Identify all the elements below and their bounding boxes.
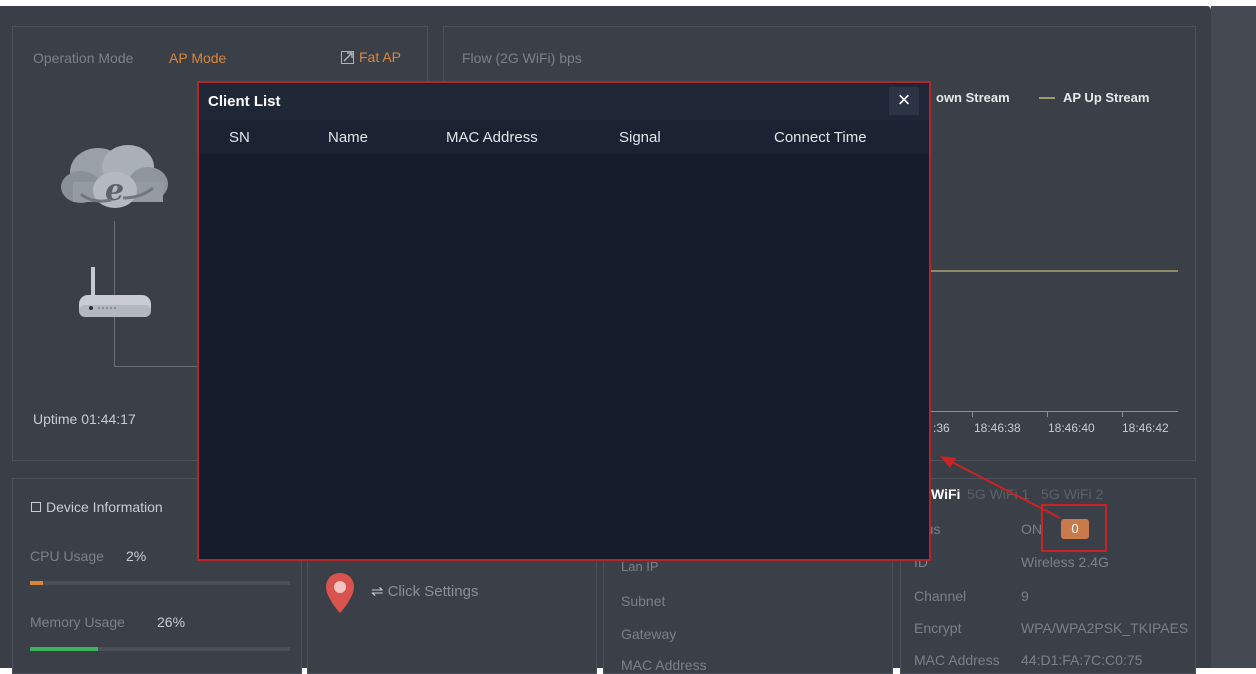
x-tick [1122, 411, 1123, 417]
wifi-mac-label: MAC Address [914, 652, 1000, 668]
channel-label: Channel [914, 588, 967, 604]
x-tick-label: :36 [933, 421, 950, 435]
x-tick-label: 18:46:40 [1048, 421, 1095, 435]
connector-line-horizontal [114, 366, 204, 367]
subnet-label: Subnet [621, 593, 666, 609]
device-info-title-text: Device Information [46, 499, 163, 515]
close-button[interactable]: × [889, 87, 919, 115]
memory-usage-label: Memory Usage [30, 614, 125, 630]
channel-value: 9 [1021, 588, 1029, 604]
click-settings-link[interactable]: ⇌ Click Settings [371, 582, 478, 600]
ssid-value: Wireless 2.4G [1021, 554, 1109, 570]
x-tick [972, 411, 973, 417]
legend-up-stream: AP Up Stream [1063, 90, 1150, 105]
client-table-body [199, 154, 929, 559]
svg-text:e: e [105, 173, 124, 208]
column-header-name: Name [328, 129, 369, 146]
legend-up-line [1039, 97, 1055, 99]
modal-header: Client List × [199, 83, 929, 120]
lan-ip-label: Lan IP [621, 559, 659, 574]
x-tick-label: 18:46:38 [974, 421, 1021, 435]
router-icon [75, 265, 155, 325]
cpu-usage-value: 2% [126, 548, 147, 564]
gateway-label: Gateway [621, 626, 677, 642]
click-settings-label: Click Settings [387, 583, 479, 600]
column-header-mac: MAC Address [446, 129, 538, 146]
x-tick-label: 18:46:42 [1122, 421, 1169, 435]
uptime-text: Uptime 01:44:17 [33, 411, 136, 427]
client-list-modal: Client List × SN Name MAC Address Signal… [197, 81, 931, 561]
screen: Operation Mode AP Mode Fat AP e Uptime 0… [0, 0, 1256, 674]
cpu-usage-label: CPU Usage [30, 548, 104, 564]
memory-usage-bar-fill [30, 647, 98, 651]
client-table-header: SN Name MAC Address Signal Connect Time [199, 120, 929, 154]
x-axis [931, 411, 1178, 412]
lan-mac-label: MAC Address [621, 657, 707, 673]
cpu-usage-bar [30, 581, 290, 585]
column-header-connect-time: Connect Time [774, 129, 867, 146]
up-stream-line [931, 270, 1178, 272]
legend-down-stream: own Stream [936, 90, 1010, 105]
fat-ap-label: Fat AP [359, 49, 402, 65]
device-info-title: Device Information [31, 499, 163, 515]
chip-icon [31, 502, 41, 512]
encrypt-value: WPA/WPA2PSK_TKIPAES [1021, 620, 1189, 636]
modal-title: Client List [208, 93, 281, 110]
memory-usage-value: 26% [157, 614, 186, 630]
column-header-sn: SN [229, 129, 250, 146]
swap-icon: ⇌ [371, 583, 384, 600]
encrypt-label: Encrypt [914, 620, 962, 636]
scrollbar-track[interactable] [1211, 6, 1256, 668]
flow-title: Flow (2G WiFi) bps [462, 50, 582, 66]
location-pin-icon [324, 571, 356, 615]
x-tick [1047, 411, 1048, 417]
internet-cloud-icon: e [53, 132, 173, 222]
wifi-mac-value: 44:D1:FA:7C:C0:75 [1021, 652, 1143, 668]
cpu-usage-bar-fill [30, 581, 43, 585]
external-link-icon [341, 51, 354, 64]
fat-ap-link[interactable]: Fat AP [341, 49, 401, 65]
annotation-arrow [940, 456, 1061, 519]
operation-mode-value: AP Mode [169, 50, 227, 66]
operation-mode-label: Operation Mode [33, 50, 134, 66]
column-header-signal: Signal [619, 129, 661, 146]
